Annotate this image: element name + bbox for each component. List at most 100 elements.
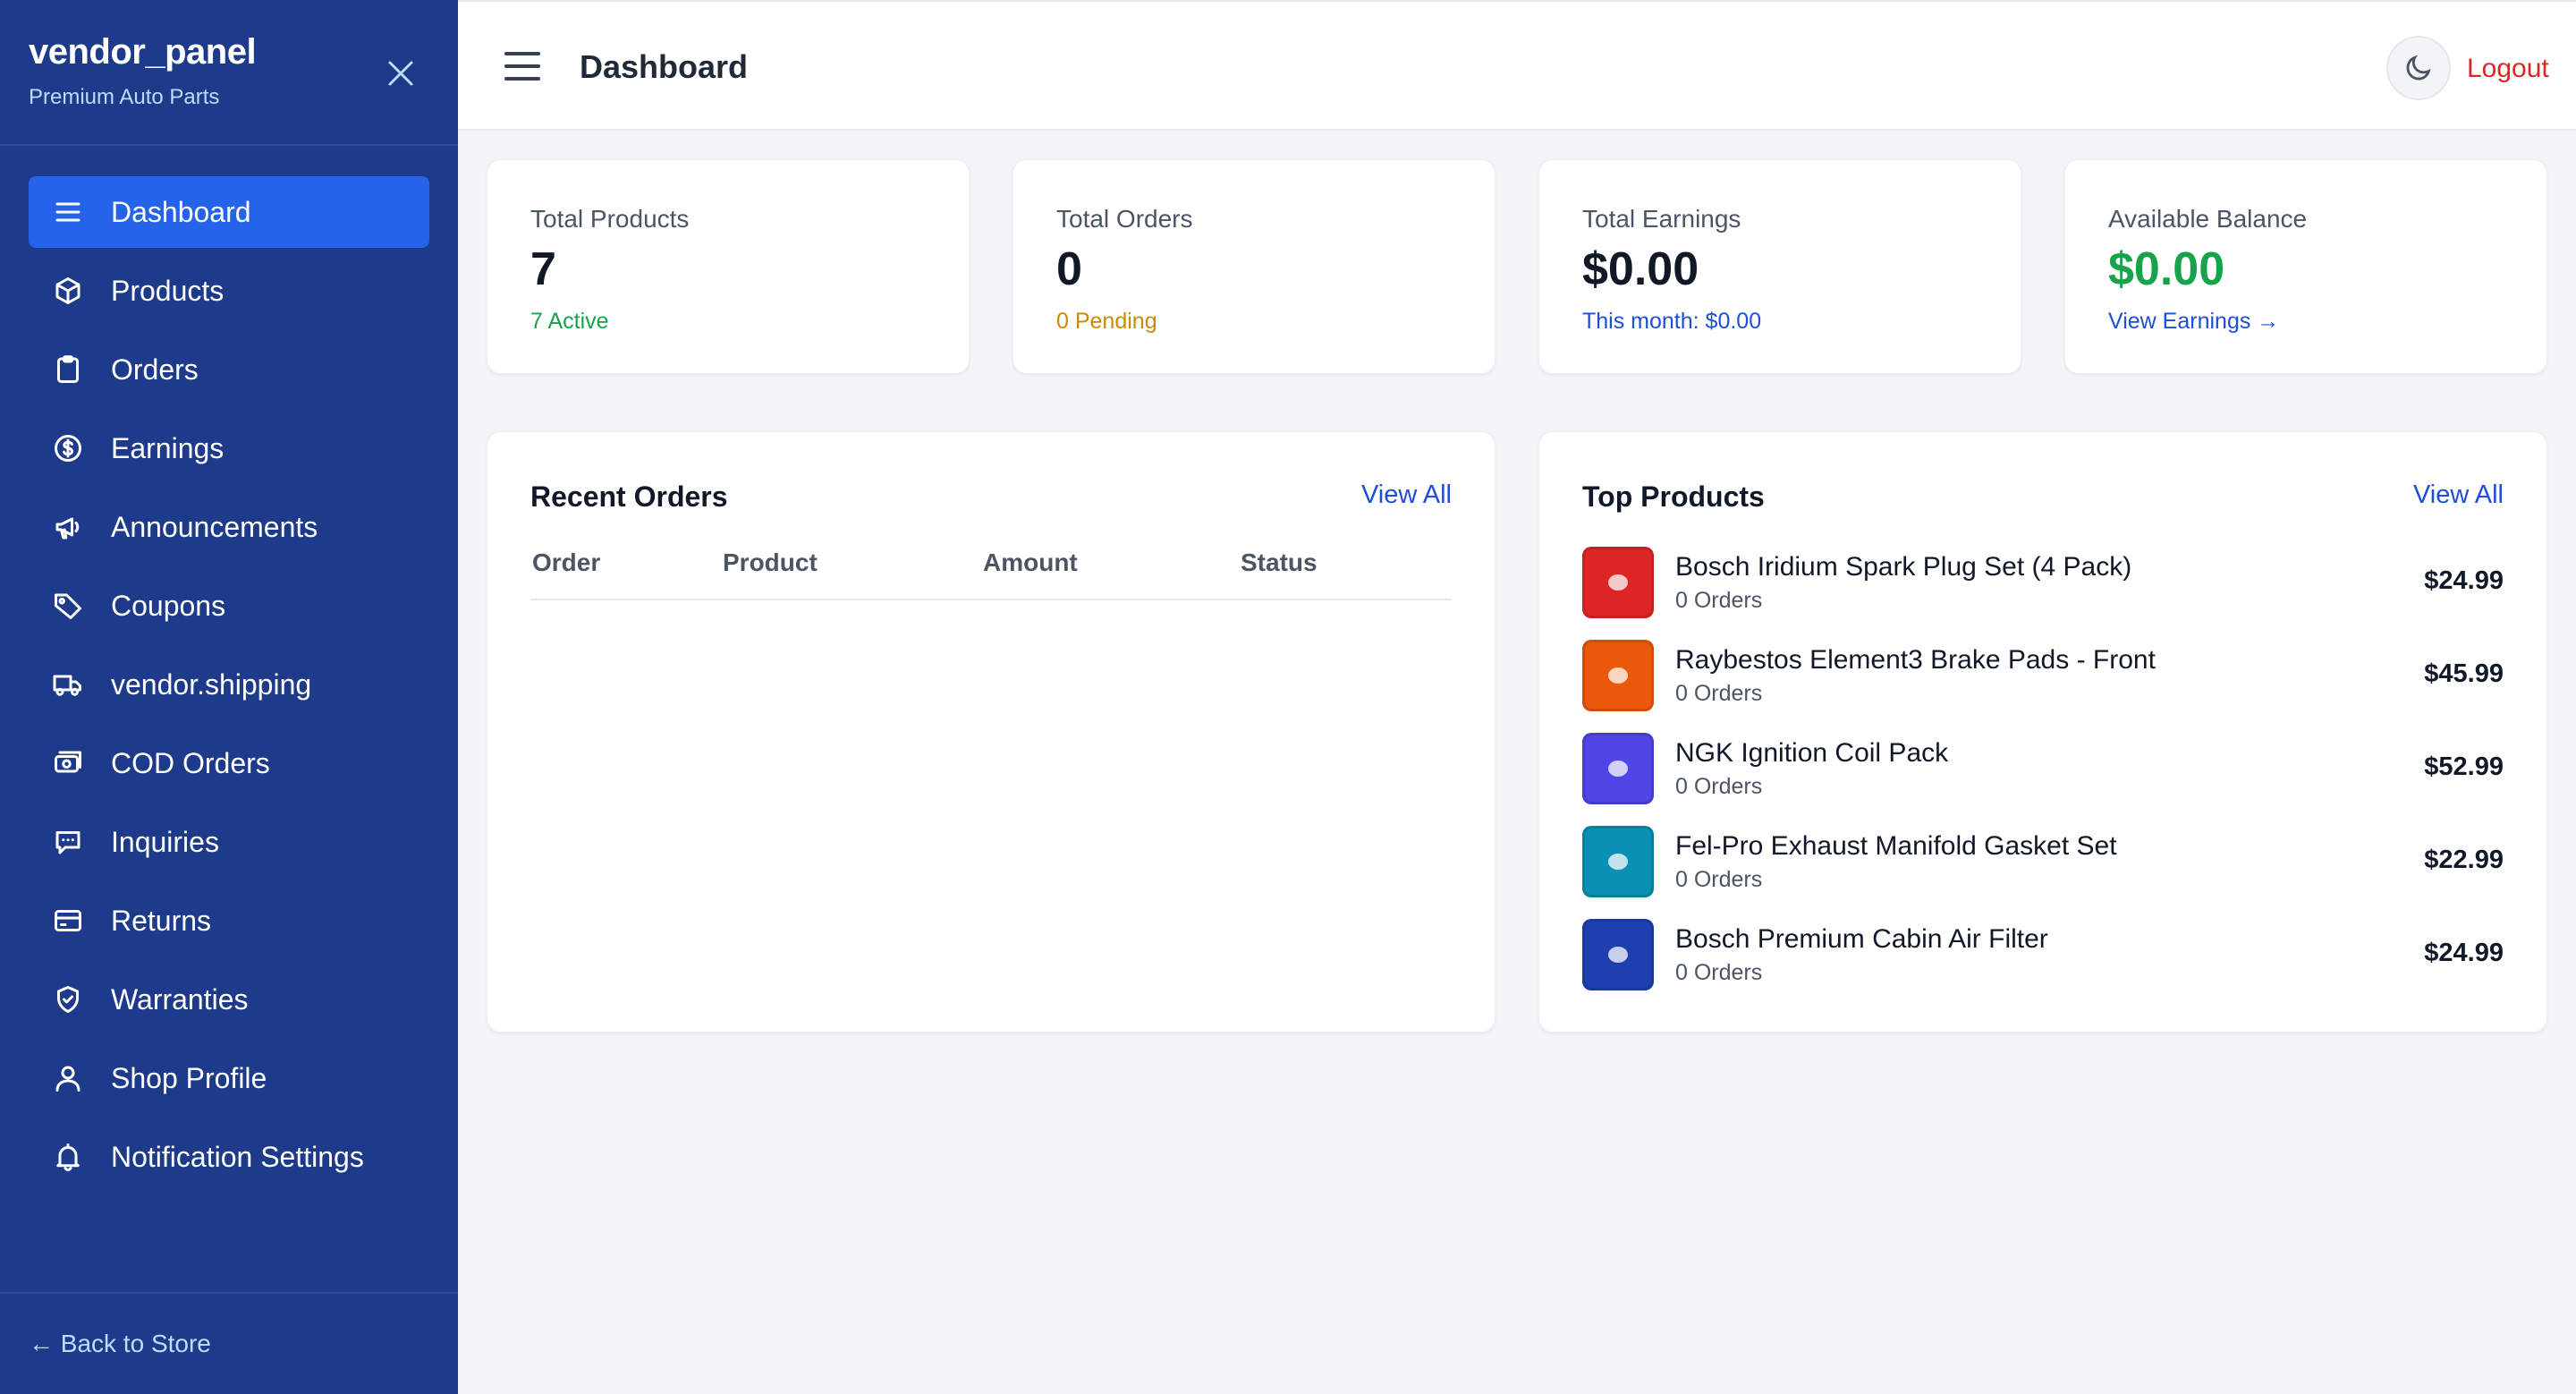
product-name: Raybestos Element3 Brake Pads - Front — [1675, 645, 2156, 675]
sidebar-item-coupons[interactable]: Coupons — [29, 570, 429, 642]
megaphone-icon — [52, 511, 84, 543]
product-thumbnail — [1582, 640, 1654, 711]
product-name: Bosch Premium Cabin Air Filter — [1675, 924, 2048, 954]
sidebar-item-returns[interactable]: Returns — [29, 885, 429, 956]
product-thumbnail — [1582, 919, 1654, 990]
product-row[interactable]: Bosch Iridium Spark Plug Set (4 Pack) 0 … — [1582, 547, 2504, 618]
stat-value: 0 — [1056, 243, 1082, 295]
product-thumbnail-mark — [1608, 854, 1628, 870]
recent-orders-view-all-link[interactable]: View All — [1361, 480, 1452, 510]
product-orders: 0 Orders — [1675, 681, 1763, 706]
user-icon — [52, 1062, 84, 1094]
back-to-store-link[interactable]: ← Back to Store — [29, 1330, 211, 1358]
stat-card-total-products: Total Products 7 7 Active — [487, 159, 970, 374]
stat-card-total-orders: Total Orders 0 0 Pending — [1013, 159, 1496, 374]
stat-sub: This month: $0.00 — [1582, 309, 1762, 334]
stat-label: Total Earnings — [1582, 205, 1741, 233]
top-products-title: Top Products — [1582, 480, 1765, 513]
recent-orders-panel: Recent Orders View All Order Product Amo… — [487, 431, 1496, 1033]
product-thumbnail — [1582, 547, 1654, 618]
product-orders: 0 Orders — [1675, 774, 1763, 799]
sidebar-item-cod-orders[interactable]: COD Orders — [29, 727, 429, 799]
sidebar-footer: ← Back to Store — [0, 1292, 458, 1394]
column-header-amount: Amount — [983, 548, 1078, 576]
menu-icon — [52, 196, 84, 228]
shield-check-icon — [52, 983, 84, 1016]
chat-icon — [52, 826, 84, 858]
product-row[interactable]: Raybestos Element3 Brake Pads - Front 0 … — [1582, 640, 2504, 711]
tag-icon — [52, 590, 84, 622]
sidebar-item-label: Returns — [111, 904, 212, 937]
card-icon — [52, 905, 84, 937]
product-row[interactable]: Fel-Pro Exhaust Manifold Gasket Set 0 Or… — [1582, 826, 2504, 897]
truck-icon — [52, 668, 84, 701]
stat-value: $0.00 — [1582, 243, 1699, 295]
sidebar-nav: Dashboard Products Orders Earnings Annou… — [0, 146, 458, 1193]
sidebar-item-products[interactable]: Products — [29, 255, 429, 327]
product-thumbnail — [1582, 733, 1654, 804]
sidebar-item-inquiries[interactable]: Inquiries — [29, 806, 429, 878]
theme-toggle-button[interactable] — [2386, 36, 2451, 100]
stat-sub: 0 Pending — [1056, 309, 1157, 334]
sidebar-item-label: Orders — [111, 353, 199, 386]
sidebar-item-shipping[interactable]: vendor.shipping — [29, 649, 429, 720]
clipboard-icon — [52, 353, 84, 386]
view-earnings-link[interactable]: View Earnings → — [2108, 309, 2546, 335]
sidebar-item-label: COD Orders — [111, 746, 270, 779]
table-header-divider — [530, 599, 1452, 600]
sidebar-item-dashboard[interactable]: Dashboard — [29, 176, 429, 248]
sidebar-item-notification-settings[interactable]: Notification Settings — [29, 1121, 429, 1193]
top-products-view-all-link[interactable]: View All — [2413, 480, 2504, 510]
product-name: Fel-Pro Exhaust Manifold Gasket Set — [1675, 831, 2117, 861]
hamburger-icon — [504, 52, 540, 55]
stat-card-total-earnings: Total Earnings $0.00 This month: $0.00 — [1538, 159, 2021, 374]
sidebar-item-orders[interactable]: Orders — [29, 334, 429, 405]
cash-icon — [52, 747, 84, 779]
product-orders: 0 Orders — [1675, 867, 1763, 892]
top-products-panel: Top Products View All Bosch Iridium Spar… — [1538, 431, 2547, 1033]
stat-sub: 7 Active — [530, 309, 609, 334]
brand-subtitle: Premium Auto Parts — [29, 85, 220, 109]
product-thumbnail — [1582, 826, 1654, 897]
sidebar-item-label: Inquiries — [111, 825, 219, 858]
stat-card-available-balance: Available Balance $0.00 View Earnings → — [2064, 159, 2547, 374]
topbar: Dashboard Logout — [458, 0, 2576, 131]
column-header-product: Product — [723, 548, 818, 576]
sidebar-item-label: Products — [111, 274, 225, 307]
hamburger-menu-button[interactable] — [504, 52, 540, 81]
stat-value: $0.00 — [2108, 243, 2225, 295]
box-icon — [52, 275, 84, 307]
page-title: Dashboard — [580, 48, 749, 85]
stat-label: Total Products — [530, 205, 690, 233]
product-row[interactable]: NGK Ignition Coil Pack 0 Orders $52.99 — [1582, 733, 2504, 804]
sidebar-item-label: vendor.shipping — [111, 667, 312, 701]
sidebar-item-label: Warranties — [111, 982, 249, 1016]
sidebar-item-warranties[interactable]: Warranties — [29, 964, 429, 1035]
hamburger-icon-line — [504, 64, 540, 68]
stat-label: Available Balance — [2108, 205, 2308, 233]
stat-label: Total Orders — [1056, 205, 1193, 233]
product-thumbnail-mark — [1608, 667, 1628, 684]
hamburger-icon-line — [504, 77, 540, 81]
sidebar-item-label: Dashboard — [111, 195, 251, 228]
column-header-status: Status — [1241, 548, 1318, 576]
sidebar-item-label: Shop Profile — [111, 1061, 267, 1094]
sidebar-item-label: Coupons — [111, 589, 226, 622]
logout-button[interactable]: Logout — [2467, 54, 2549, 84]
product-orders: 0 Orders — [1675, 588, 1763, 613]
product-price: $22.99 — [2424, 846, 2504, 874]
product-thumbnail-mark — [1608, 761, 1628, 777]
product-name: Bosch Iridium Spark Plug Set (4 Pack) — [1675, 552, 2132, 582]
sidebar-item-earnings[interactable]: Earnings — [29, 412, 429, 484]
sidebar-item-announcements[interactable]: Announcements — [29, 491, 429, 563]
sidebar-item-label: Notification Settings — [111, 1140, 364, 1173]
sidebar-header: vendor_panel Premium Auto Parts — [0, 0, 458, 146]
column-header-order: Order — [532, 548, 601, 576]
sidebar: vendor_panel Premium Auto Parts Dashboar… — [0, 0, 458, 1394]
sidebar-item-label: Announcements — [111, 510, 318, 543]
close-sidebar-button[interactable] — [385, 57, 417, 89]
stat-value: 7 — [530, 243, 556, 295]
product-price: $45.99 — [2424, 659, 2504, 688]
sidebar-item-shop-profile[interactable]: Shop Profile — [29, 1042, 429, 1114]
product-row[interactable]: Bosch Premium Cabin Air Filter 0 Orders … — [1582, 919, 2504, 990]
